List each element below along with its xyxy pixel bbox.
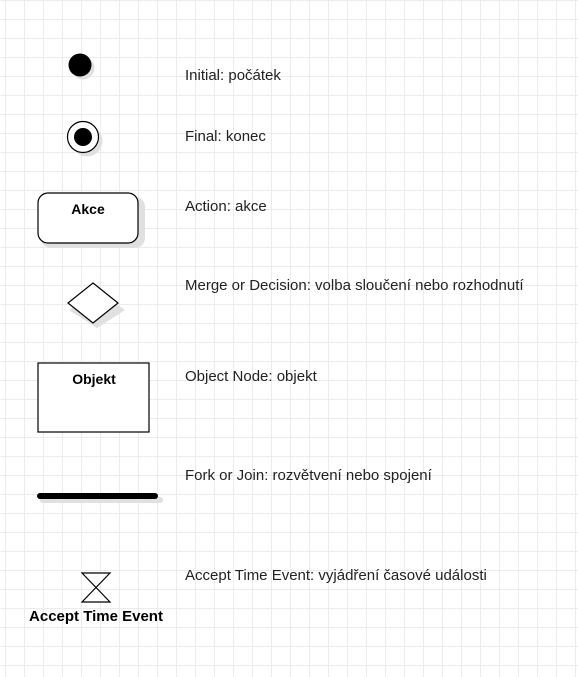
legend-initial: Initial: počátek — [185, 67, 281, 84]
hourglass-icon: Accept Time Event — [29, 572, 163, 625]
legend-action: Action: akce — [185, 198, 267, 215]
action-node-label: Akce — [71, 201, 105, 217]
legend-fork-join: Fork or Join: rozvětvení nebo spojení — [185, 467, 432, 484]
decision-node-shape — [67, 282, 125, 328]
legend-object-node: Object Node: objekt — [185, 368, 317, 385]
legend-final: Final: konec — [185, 128, 266, 145]
final-node-shape — [66, 120, 103, 157]
object-node-label: Objekt — [72, 371, 116, 387]
object-node-shape: Objekt — [37, 362, 150, 433]
initial-node-shape — [68, 53, 95, 80]
fork-join-bar-shape — [37, 493, 163, 503]
action-node-shape: Akce — [37, 192, 145, 248]
legend-merge-decision: Merge or Decision: volba sloučení nebo r… — [185, 277, 524, 294]
time-event-label: Accept Time Event — [29, 608, 163, 625]
legend-accept-time-event: Accept Time Event: vyjádření časové udál… — [185, 567, 487, 584]
